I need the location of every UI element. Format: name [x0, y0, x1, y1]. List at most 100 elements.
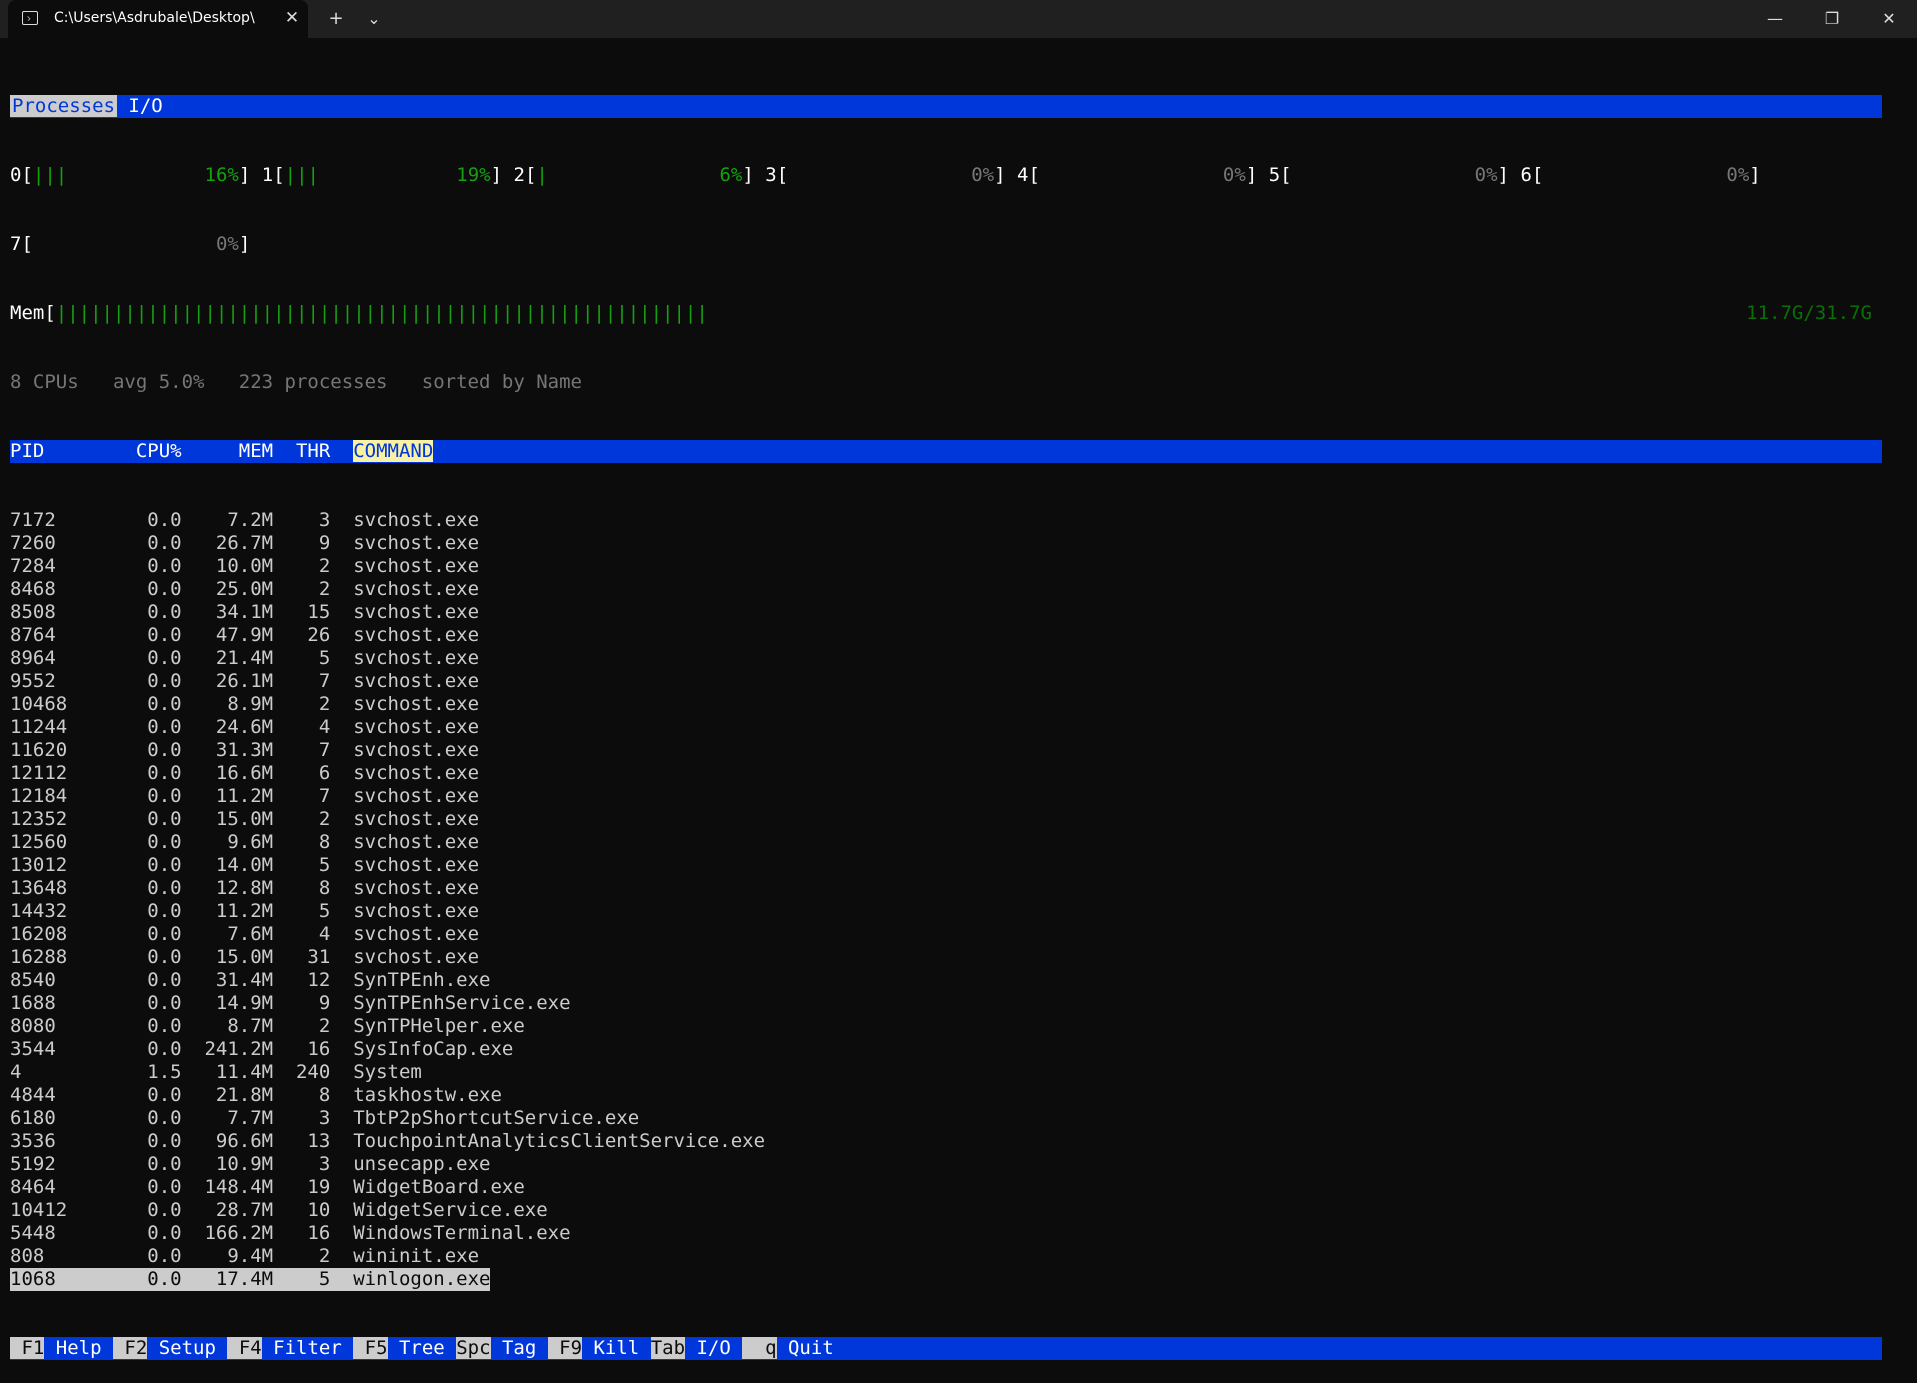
command-cell: svchost.exe — [353, 946, 480, 968]
table-row[interactable]: 13012 0.0 14.0M 5 svchost.exe — [10, 854, 1882, 877]
tab-processes[interactable]: Processes — [10, 95, 117, 117]
cpu-cell: 1.5 — [78, 1061, 182, 1083]
table-row[interactable]: 8508 0.0 34.1M 15 svchost.exe — [10, 601, 1882, 624]
pid-cell: 12112 — [10, 762, 79, 784]
fkey-f2[interactable]: F2 — [112, 1337, 148, 1359]
fkey-label-setup[interactable]: Setup — [147, 1337, 227, 1359]
thr-cell: 3 — [273, 1107, 331, 1129]
fkey-label-io[interactable]: I/O — [685, 1337, 742, 1359]
pid-cell: 6180 — [10, 1107, 79, 1129]
table-row[interactable]: 11620 0.0 31.3M 7 svchost.exe — [10, 739, 1882, 762]
table-row[interactable]: 12184 0.0 11.2M 7 svchost.exe — [10, 785, 1882, 808]
fkey-tab[interactable]: Tab — [650, 1337, 686, 1359]
minimize-button[interactable]: — — [1747, 0, 1803, 38]
tab-close-icon[interactable]: ✕ — [280, 6, 304, 30]
row-cells: 16288 0.0 15.0M 31 svchost.exe — [10, 946, 479, 969]
close-window-button[interactable]: ✕ — [1861, 0, 1917, 38]
table-row[interactable]: 8764 0.0 47.9M 26 svchost.exe — [10, 624, 1882, 647]
tab-io[interactable]: I/O — [128, 95, 162, 117]
table-row[interactable]: 16208 0.0 7.6M 4 svchost.exe — [10, 923, 1882, 946]
mem-cell: 24.6M — [181, 716, 274, 738]
table-row[interactable]: 5192 0.0 10.9M 3 unsecapp.exe — [10, 1153, 1882, 1176]
table-row[interactable]: 3536 0.0 96.6M 13 TouchpointAnalyticsCli… — [10, 1130, 1882, 1153]
cpu-cell: 0.0 — [78, 555, 182, 577]
fkey-label-quit[interactable]: Quit — [777, 1337, 846, 1359]
column-command[interactable]: COMMAND — [353, 440, 434, 462]
pid-cell: 5448 — [10, 1222, 79, 1244]
fkey-label-tag[interactable]: Tag — [491, 1337, 548, 1359]
fkey-label-help[interactable]: Help — [44, 1337, 113, 1359]
pid-cell: 9552 — [10, 670, 79, 692]
bracket: [ — [21, 233, 33, 255]
table-row[interactable]: 808 0.0 9.4M 2 wininit.exe — [10, 1245, 1882, 1268]
table-row[interactable]: 8080 0.0 8.7M 2 SynTPHelper.exe — [10, 1015, 1882, 1038]
fkey-f4[interactable]: F4 — [227, 1337, 262, 1359]
cpu-cell: 0.0 — [78, 992, 182, 1014]
column-cpu-pct[interactable]: CPU% — [79, 440, 182, 462]
table-row[interactable]: 10468 0.0 8.9M 2 svchost.exe — [10, 693, 1882, 716]
cpu-percent: 0% — [1222, 164, 1246, 186]
cpu-meters-row-1: 0[||| 16%] 1[||| 19%] 2[| 6%] 3[ 0%] 4[ … — [10, 164, 1882, 187]
column-pid[interactable]: PID — [10, 440, 79, 462]
process-list: 7172 0.0 7.2M 3 svchost.exe 7260 0.0 26.7… — [10, 509, 1882, 1291]
new-tab-button[interactable]: + — [323, 6, 349, 32]
mem-cell: 9.4M — [181, 1245, 274, 1267]
table-row[interactable]: 9552 0.0 26.1M 7 svchost.exe — [10, 670, 1882, 693]
table-row[interactable]: 4844 0.0 21.8M 8 taskhostw.exe — [10, 1084, 1882, 1107]
table-row[interactable]: 7260 0.0 26.7M 9 svchost.exe — [10, 532, 1882, 555]
pid-cell: 4844 — [10, 1084, 79, 1106]
terminal-tab[interactable]: C:\Users\Asdrubale\Desktop\ ✕ — [8, 0, 308, 38]
fkey-f5[interactable]: F5 — [353, 1337, 388, 1359]
maximize-button[interactable]: ❐ — [1804, 0, 1860, 38]
bracket: ] — [238, 164, 251, 186]
table-row[interactable]: 8464 0.0 148.4M 19 WidgetBoard.exe — [10, 1176, 1882, 1199]
fkey-q[interactable]: q — [742, 1337, 777, 1359]
fkey-spc[interactable]: Spc — [456, 1337, 491, 1359]
thr-cell: 8 — [273, 831, 331, 853]
cpu-meter-0: 0[||| 16%] — [10, 164, 250, 186]
table-row[interactable]: 13648 0.0 12.8M 8 svchost.exe — [10, 877, 1882, 900]
terminal-content[interactable]: Processes I/O 0[||| 16%] 1[||| 19%] 2[| … — [10, 49, 1882, 1383]
table-row[interactable]: 16288 0.0 15.0M 31 svchost.exe — [10, 946, 1882, 969]
chevron-down-icon[interactable]: ⌄ — [361, 6, 387, 32]
column-thr[interactable]: THR — [273, 440, 330, 462]
cpu-cell: 0.0 — [78, 1038, 182, 1060]
table-row[interactable]: 12112 0.0 16.6M 6 svchost.exe — [10, 762, 1882, 785]
mem-cell: 17.4M — [181, 1268, 274, 1290]
command-cell: unsecapp.exe — [353, 1153, 491, 1175]
table-row[interactable]: 12560 0.0 9.6M 8 svchost.exe — [10, 831, 1882, 854]
fkey-f9[interactable]: F9 — [547, 1337, 583, 1359]
table-row[interactable]: 8964 0.0 21.4M 5 svchost.exe — [10, 647, 1882, 670]
thr-cell: 240 — [273, 1061, 331, 1083]
column-mem[interactable]: MEM — [182, 440, 273, 462]
pid-cell: 13012 — [10, 854, 79, 876]
thr-cell: 3 — [273, 509, 331, 531]
fkey-label-filter[interactable]: Filter — [262, 1337, 354, 1359]
thr-cell: 6 — [273, 762, 331, 784]
thr-cell: 5 — [273, 1268, 331, 1290]
table-row[interactable]: 7284 0.0 10.0M 2 svchost.exe — [10, 555, 1882, 578]
fkey-label-kill[interactable]: Kill — [582, 1337, 651, 1359]
table-row[interactable]: 8540 0.0 31.4M 12 SynTPEnh.exe — [10, 969, 1882, 992]
fkey-f1[interactable]: F1 — [10, 1337, 45, 1359]
cpu-cell: 0.0 — [78, 946, 182, 968]
pid-cell: 11244 — [10, 716, 79, 738]
fkey-label-tree[interactable]: Tree — [388, 1337, 457, 1359]
table-row[interactable]: 3544 0.0 241.2M 16 SysInfoCap.exe — [10, 1038, 1882, 1061]
table-row[interactable]: 11244 0.0 24.6M 4 svchost.exe — [10, 716, 1882, 739]
table-row[interactable]: 8468 0.0 25.0M 2 svchost.exe — [10, 578, 1882, 601]
table-row[interactable]: 4 1.5 11.4M 240 System — [10, 1061, 1882, 1084]
command-cell: svchost.exe — [353, 532, 480, 554]
cpu-id: 7 — [10, 233, 22, 255]
table-row[interactable]: 1688 0.0 14.9M 9 SynTPEnhService.exe — [10, 992, 1882, 1015]
table-row[interactable]: 10412 0.0 28.7M 10 WidgetService.exe — [10, 1199, 1882, 1222]
command-cell: svchost.exe — [353, 693, 480, 715]
table-row[interactable]: 6180 0.0 7.7M 3 TbtP2pShortcutService.ex… — [10, 1107, 1882, 1130]
thr-cell: 4 — [273, 716, 331, 738]
table-row[interactable]: 12352 0.0 15.0M 2 svchost.exe — [10, 808, 1882, 831]
pid-cell: 13648 — [10, 877, 79, 899]
table-row[interactable]: 14432 0.0 11.2M 5 svchost.exe — [10, 900, 1882, 923]
table-row[interactable]: 7172 0.0 7.2M 3 svchost.exe — [10, 509, 1882, 532]
table-row[interactable]: 5448 0.0 166.2M 16 WindowsTerminal.exe — [10, 1222, 1882, 1245]
table-row[interactable]: 1068 0.0 17.4M 5 winlogon.exe — [10, 1268, 1882, 1291]
